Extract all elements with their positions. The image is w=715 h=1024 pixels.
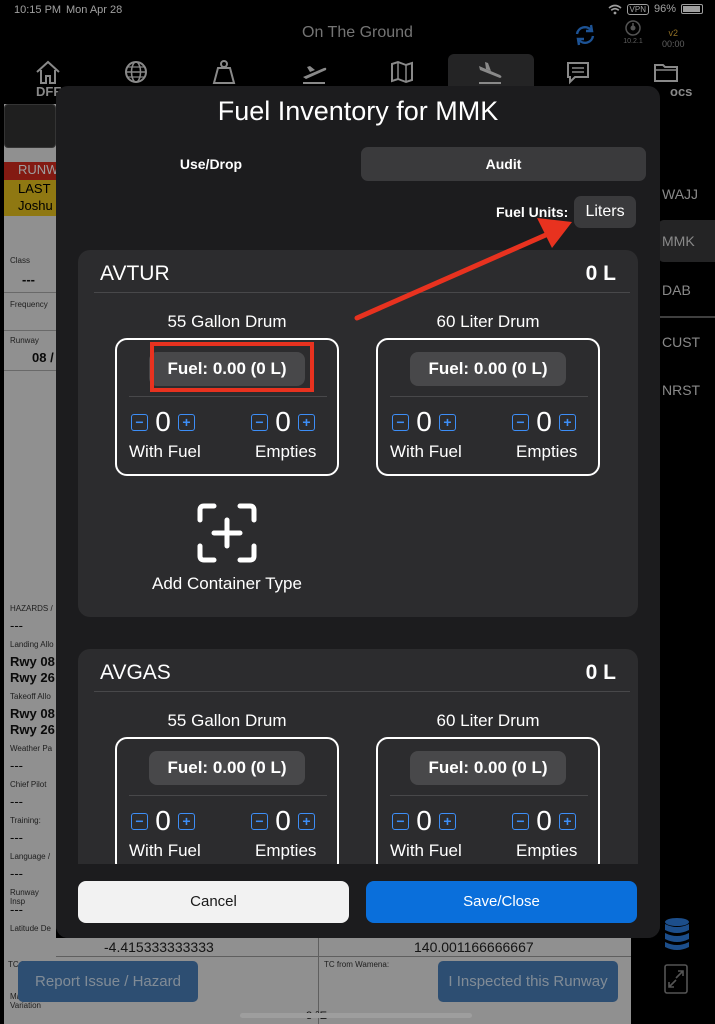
empties-count: 0 — [536, 805, 552, 836]
empties-label: Empties — [255, 442, 317, 461]
increment-button[interactable]: + — [439, 413, 456, 431]
fuel-units-label: Fuel Units: — [496, 204, 569, 220]
with-fuel-label: With Fuel — [390, 442, 462, 461]
empties-label: Empties — [255, 841, 317, 860]
add-container-label[interactable]: Add Container Type — [122, 574, 332, 594]
fuel-type-total: 0 L — [585, 262, 616, 285]
empties-label: Empties — [516, 442, 578, 461]
fuel-type-name: AVTUR — [100, 262, 170, 285]
decrement-button[interactable]: − — [131, 812, 148, 830]
increment-button[interactable]: + — [439, 812, 456, 830]
with-fuel-stepper: − 0 + — [131, 406, 195, 438]
fuel-inventory-modal: Fuel Inventory for MMK Use/Drop Audit Fu… — [56, 86, 660, 938]
decrement-button[interactable]: − — [512, 413, 529, 431]
container-title: 55 Gallon Drum — [167, 711, 287, 730]
with-fuel-label: With Fuel — [390, 841, 462, 860]
with-fuel-label: With Fuel — [129, 841, 201, 860]
decrement-button[interactable]: − — [392, 413, 409, 431]
empties-stepper: − 0 + — [512, 805, 576, 837]
divider — [94, 691, 630, 692]
with-fuel-count: 0 — [155, 805, 171, 836]
cancel-button[interactable]: Cancel — [78, 881, 349, 923]
increment-button[interactable]: + — [298, 413, 315, 431]
empties-count: 0 — [275, 805, 291, 836]
container-card: Fuel: 0.00 (0 L) − 0 + With Fuel − 0 + E… — [376, 737, 600, 875]
empties-count: 0 — [536, 406, 552, 437]
decrement-button[interactable]: − — [392, 812, 409, 830]
fuel-type-name: AVGAS — [100, 661, 171, 684]
container-card: Fuel: 0.00 (0 L) − 0 + With Fuel − 0 + E… — [115, 737, 339, 875]
container-card: Fuel: 0.00 (0 L) − 0 + With Fuel − 0 + E… — [376, 338, 600, 476]
decrement-button[interactable]: − — [131, 413, 148, 431]
empties-stepper: − 0 + — [251, 406, 315, 438]
increment-button[interactable]: + — [178, 812, 195, 830]
divider — [94, 292, 630, 293]
container-title: 55 Gallon Drum — [167, 312, 287, 331]
empties-label: Empties — [516, 841, 578, 860]
with-fuel-label: With Fuel — [129, 442, 201, 461]
modal-footer: Cancel Save/Close — [56, 864, 660, 938]
decrement-button[interactable]: − — [512, 812, 529, 830]
divider — [129, 396, 327, 397]
with-fuel-stepper: − 0 + — [392, 805, 456, 837]
empties-stepper: − 0 + — [512, 406, 576, 438]
increment-button[interactable]: + — [559, 413, 576, 431]
segment-use-drop[interactable]: Use/Drop — [78, 147, 344, 181]
modal-title: Fuel Inventory for MMK — [217, 96, 499, 126]
fuel-amount-button[interactable]: Fuel: 0.00 (0 L) — [410, 751, 566, 785]
fuel-section-avtur: AVTUR 0 L 55 Gallon Drum Fuel: 0.00 (0 L… — [78, 250, 638, 617]
with-fuel-count: 0 — [416, 805, 432, 836]
add-container-icon[interactable] — [196, 502, 258, 564]
container-title: 60 Liter Drum — [436, 312, 540, 331]
empties-count: 0 — [275, 406, 291, 437]
decrement-button[interactable]: − — [251, 413, 268, 431]
with-fuel-stepper: − 0 + — [392, 406, 456, 438]
mode-segmented-control: Use/Drop Audit — [78, 147, 646, 181]
with-fuel-count: 0 — [416, 406, 432, 437]
with-fuel-stepper: − 0 + — [131, 805, 195, 837]
fuel-amount-button[interactable]: Fuel: 0.00 (0 L) — [410, 352, 566, 386]
fuel-type-total: 0 L — [585, 661, 616, 684]
with-fuel-count: 0 — [155, 406, 171, 437]
annotation-highlight-box — [150, 342, 314, 392]
fuel-amount-button[interactable]: Fuel: 0.00 (0 L) — [149, 751, 305, 785]
divider — [129, 795, 327, 796]
container-title: 60 Liter Drum — [436, 711, 540, 730]
save-close-button[interactable]: Save/Close — [366, 881, 637, 923]
fuel-units-button[interactable]: Liters — [574, 196, 636, 228]
empties-stepper: − 0 + — [251, 805, 315, 837]
decrement-button[interactable]: − — [251, 812, 268, 830]
divider — [390, 795, 588, 796]
segment-audit[interactable]: Audit — [361, 147, 646, 181]
increment-button[interactable]: + — [298, 812, 315, 830]
increment-button[interactable]: + — [559, 812, 576, 830]
increment-button[interactable]: + — [178, 413, 195, 431]
divider — [390, 396, 588, 397]
